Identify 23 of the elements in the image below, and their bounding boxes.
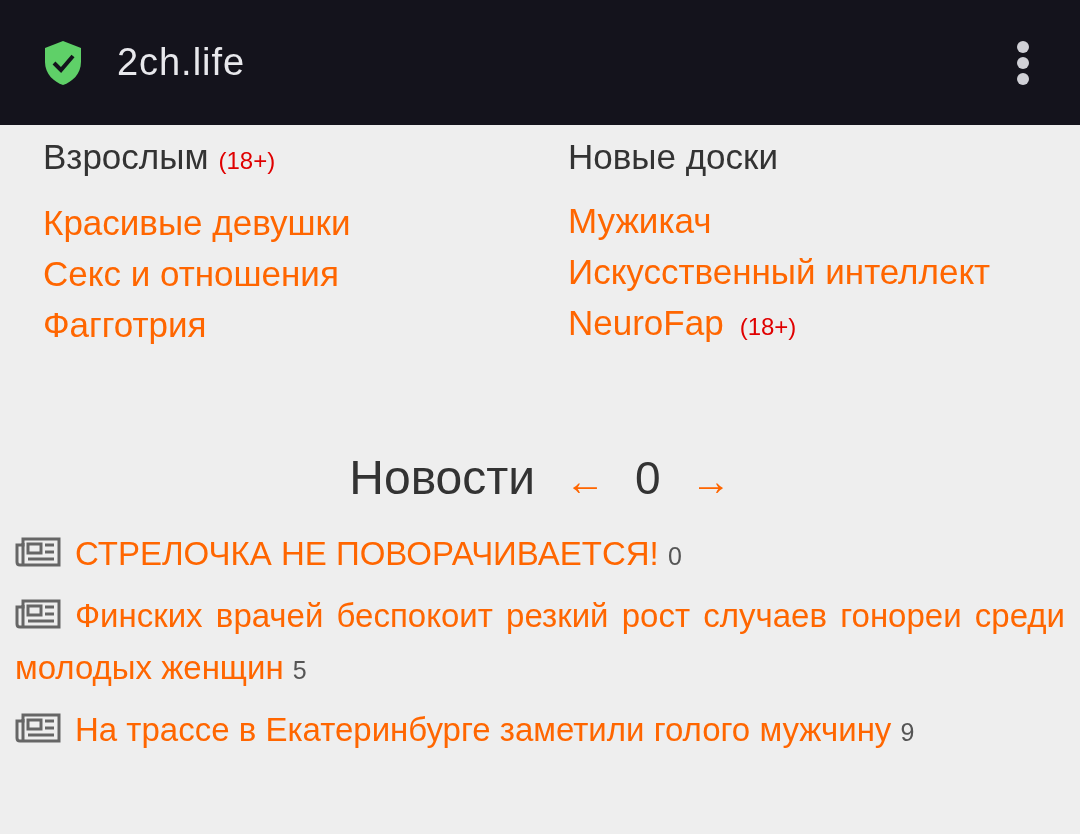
url-text[interactable]: 2ch.life xyxy=(117,34,245,91)
board-link[interactable]: Мужикач xyxy=(568,199,712,243)
board-link[interactable]: Красивые девушки xyxy=(43,201,351,245)
section-heading: Новые доски xyxy=(568,137,778,177)
board-link[interactable]: NeuroFap xyxy=(568,301,724,345)
news-heading: Новости xyxy=(349,450,536,506)
more-menu-icon[interactable] xyxy=(1016,40,1030,85)
board-link[interactable]: Секс и отношения xyxy=(43,252,339,296)
shield-check-icon[interactable] xyxy=(44,39,82,86)
previous-arrow-link[interactable]: ← xyxy=(565,451,606,511)
age-label: (18+) xyxy=(739,312,797,342)
news-link[interactable]: СТРЕЛОЧКА НЕ ПОВОРАЧИВАЕТСЯ! 0 xyxy=(15,528,1065,582)
newspaper-icon xyxy=(15,537,61,567)
section-heading: Взрослым xyxy=(43,137,209,177)
newspaper-icon xyxy=(15,599,61,629)
board-link[interactable]: Фагготрия xyxy=(43,303,207,347)
board-link[interactable]: Искусственный интеллект xyxy=(568,250,991,294)
page-number: 0 xyxy=(635,450,661,506)
age-label: (18+) xyxy=(218,146,276,176)
news-link[interactable]: Финских врачей беспокоит резкий рост случаев гонореи среди молодых женщин 5 xyxy=(15,590,1065,696)
newspaper-icon xyxy=(15,713,61,743)
news-link[interactable]: На трассе в Екатеринбурге заметили голого мужчину 9 xyxy=(15,704,1065,758)
next-arrow-link[interactable]: → xyxy=(690,451,731,511)
